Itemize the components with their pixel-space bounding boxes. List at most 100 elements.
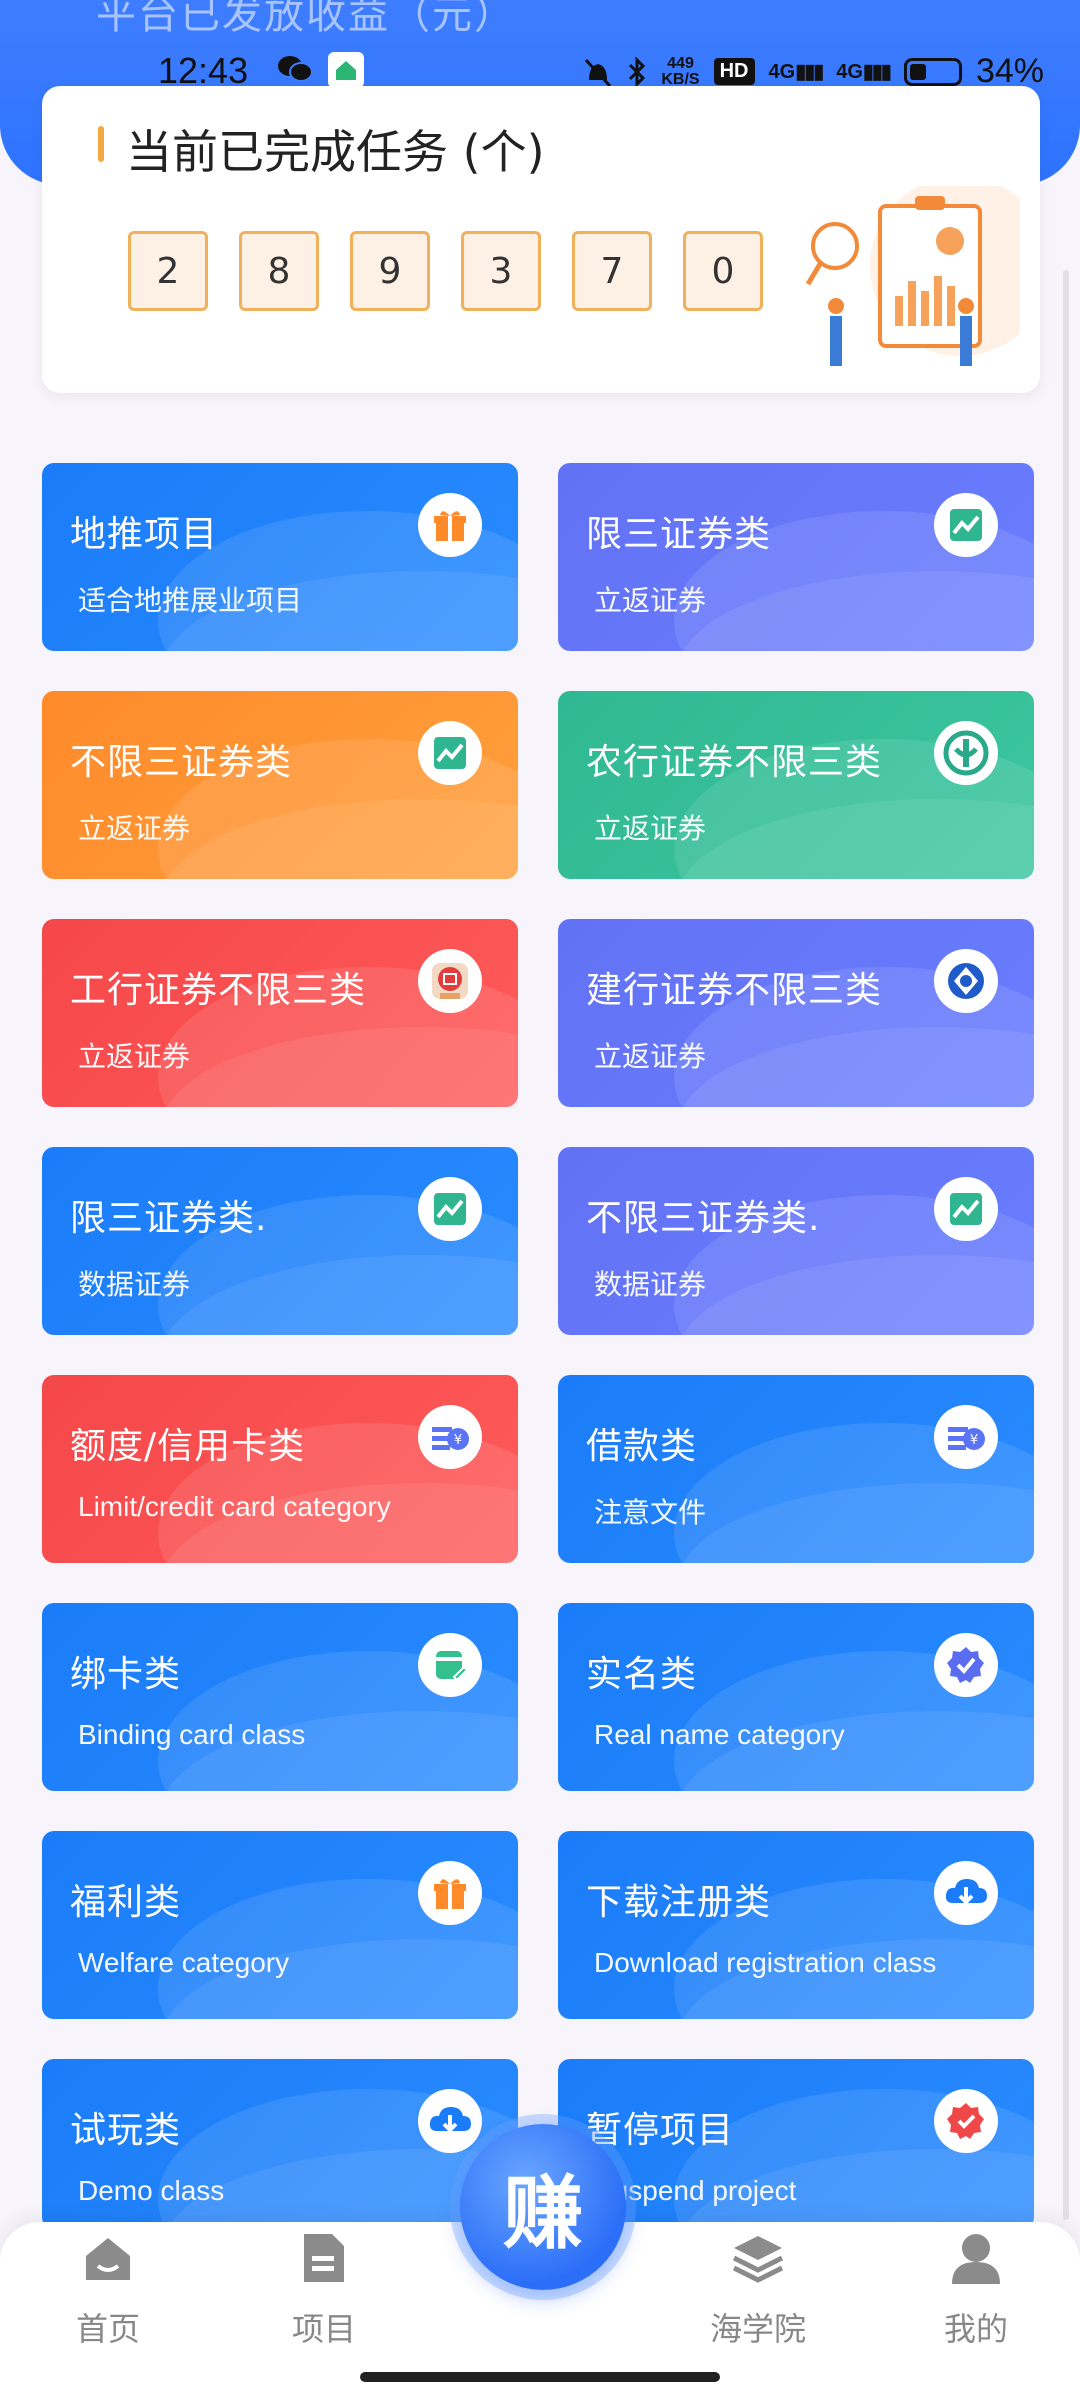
- counter-digit: 9: [350, 231, 430, 311]
- category-tile[interactable]: 额度/信用卡类 Limit/credit card category ¥: [42, 1375, 518, 1563]
- svg-text:¥: ¥: [454, 1433, 462, 1448]
- verified-badge-icon: [934, 1633, 998, 1697]
- category-tile[interactable]: 限三证券类立返证券: [558, 463, 1034, 651]
- counter-digit: 3: [461, 231, 541, 311]
- gift-icon: [418, 1861, 482, 1925]
- tile-subtitle: 注意文件: [594, 1497, 707, 1528]
- tile-title: 不限三证券类.: [586, 1198, 821, 1239]
- category-tile[interactable]: 不限三证券类立返证券: [42, 691, 518, 879]
- tile-title: 不限三证券类: [70, 742, 293, 783]
- tile-title: 借款类: [586, 1426, 698, 1467]
- signal-4g-1: 4G▮▮▮: [768, 61, 825, 83]
- nav-mine[interactable]: 我的: [896, 2230, 1056, 2350]
- chart-up-icon: [418, 1177, 482, 1241]
- tile-subtitle: 数据证券: [78, 1269, 191, 1300]
- tile-title: 限三证券类.: [70, 1198, 268, 1239]
- category-tile[interactable]: 实名类 Real name category: [558, 1603, 1034, 1791]
- nav-mine-label: 我的: [943, 2310, 1008, 2348]
- abc-bank-icon: [934, 721, 998, 785]
- category-tile[interactable]: 福利类 Welfare category: [42, 1831, 518, 2019]
- category-tile[interactable]: 暂停项目 Suspend project: [558, 2059, 1034, 2229]
- counter-digit: 0: [683, 231, 763, 311]
- tile-title: 试玩类: [70, 2110, 182, 2151]
- chart-up-icon: [934, 493, 998, 557]
- cloud-download-icon: [418, 2089, 482, 2153]
- tile-title: 实名类: [586, 1654, 698, 1695]
- icbc-bank-icon: [418, 949, 482, 1013]
- tile-subtitle: 立返证券: [594, 813, 707, 844]
- net-speed: 449 KB/S: [661, 54, 700, 88]
- nav-home-label: 首页: [75, 2310, 140, 2348]
- tile-title: 下载注册类: [586, 1882, 772, 1923]
- completed-tasks-title: 当前已完成任务 (个): [126, 125, 545, 179]
- nav-projects[interactable]: 项目: [244, 2230, 404, 2350]
- tile-subtitle: 立返证券: [78, 1041, 191, 1072]
- layers-icon: [732, 2236, 784, 2283]
- nav-projects-label: 项目: [291, 2310, 356, 2348]
- counter-digit: 2: [128, 231, 208, 311]
- completed-tasks-card: 当前已完成任务 (个) 2 8 9 3 7 0: [42, 86, 1040, 393]
- tile-subtitle: Demo class: [78, 2175, 225, 2206]
- category-tile[interactable]: 工行证券不限三类立返证券: [42, 919, 518, 1107]
- tile-subtitle: Binding card class: [78, 1719, 306, 1750]
- tile-title: 福利类: [70, 1882, 182, 1923]
- mute-bell-icon: [585, 58, 612, 87]
- category-tile[interactable]: 下载注册类 Download registration class: [558, 1831, 1034, 2019]
- red-badge-icon: [934, 2089, 998, 2153]
- task-counter: 2 8 9 3 7 0: [128, 231, 763, 311]
- gift-icon: [418, 493, 482, 557]
- category-tile[interactable]: 限三证券类. 数据证券: [42, 1147, 518, 1335]
- ccb-bank-icon: [934, 949, 998, 1013]
- bluetooth-icon: [629, 55, 646, 88]
- home-app-icon: [328, 52, 364, 88]
- chart-up-icon: [418, 721, 482, 785]
- tile-subtitle: Real name category: [594, 1719, 845, 1750]
- tile-title: 暂停项目: [586, 2110, 735, 2151]
- header-faded-text: 平台已发放收益（元）: [96, 0, 516, 38]
- signal-4g-2: 4G▮▮▮: [836, 61, 892, 83]
- user-icon: [952, 2234, 1000, 2284]
- svg-text:¥: ¥: [970, 1433, 978, 1448]
- tile-title: 地推项目: [70, 514, 219, 555]
- chart-up-icon: [934, 1177, 998, 1241]
- card-edit-icon: [418, 1633, 482, 1697]
- battery-icon: [903, 57, 962, 86]
- wechat-icon: [278, 56, 313, 82]
- tile-title: 建行证券不限三类: [586, 970, 883, 1011]
- document-icon: [304, 2234, 344, 2282]
- hd-icon: HD: [713, 58, 755, 85]
- report-illustration: [805, 186, 1020, 366]
- earn-button[interactable]: 赚: [460, 2124, 626, 2290]
- tile-subtitle: 立返证券: [594, 1041, 707, 1072]
- tile-subtitle: 立返证券: [78, 813, 191, 844]
- nav-academy[interactable]: 海学院: [678, 2230, 838, 2350]
- tile-subtitle: Limit/credit card category: [78, 1491, 391, 1522]
- cloud-download-icon: [934, 1861, 998, 1925]
- yen-card-icon: ¥: [934, 1405, 998, 1469]
- category-tile[interactable]: 地推项目适合地推展业项目: [42, 463, 518, 651]
- category-tile[interactable]: 试玩类 Demo class: [42, 2059, 518, 2229]
- tile-title: 绑卡类: [70, 1654, 182, 1695]
- nav-academy-label: 海学院: [709, 2310, 806, 2348]
- category-tile[interactable]: 不限三证券类. 数据证券: [558, 1147, 1034, 1335]
- tile-subtitle: 数据证券: [594, 1269, 707, 1300]
- tile-title: 额度/信用卡类: [70, 1426, 306, 1467]
- tile-subtitle: Download registration class: [594, 1947, 937, 1978]
- home-icon: [86, 2238, 130, 2280]
- category-tile[interactable]: 借款类注意文件 ¥: [558, 1375, 1034, 1563]
- tile-subtitle: Welfare category: [78, 1947, 290, 1978]
- tile-title: 农行证券不限三类: [586, 742, 883, 783]
- yen-card-icon: ¥: [418, 1405, 482, 1469]
- tile-title: 限三证券类: [586, 514, 772, 555]
- tile-title: 工行证券不限三类: [70, 970, 367, 1011]
- category-tile[interactable]: 绑卡类 Binding card class: [42, 1603, 518, 1791]
- nav-home[interactable]: 首页: [28, 2230, 188, 2350]
- category-tile[interactable]: 建行证券不限三类立返证券: [558, 919, 1034, 1107]
- gesture-home-bar[interactable]: [360, 2372, 720, 2382]
- tile-subtitle: 立返证券: [594, 585, 707, 616]
- tile-subtitle: 适合地推展业项目: [78, 585, 303, 616]
- category-tile[interactable]: 农行证券不限三类立返证券: [558, 691, 1034, 879]
- scrollbar[interactable]: [1063, 270, 1069, 2220]
- counter-digit: 7: [572, 231, 652, 311]
- counter-digit: 8: [239, 231, 319, 311]
